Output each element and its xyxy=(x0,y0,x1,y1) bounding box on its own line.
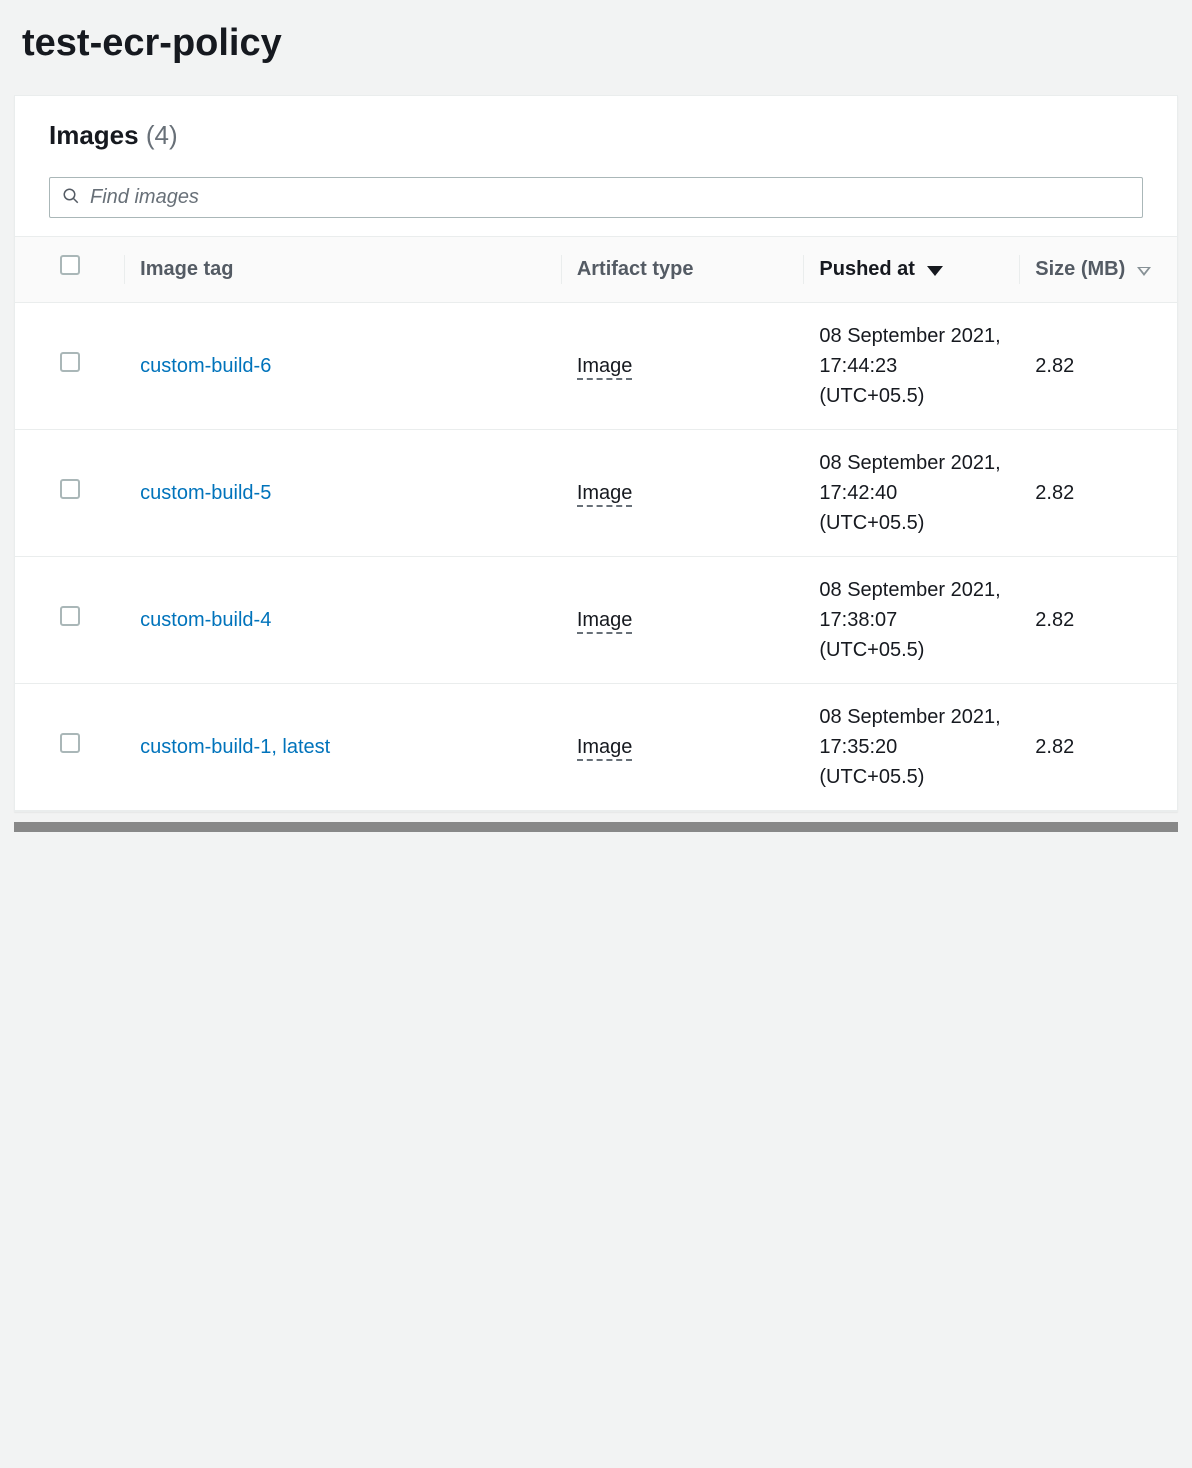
col-header-size-label: Size (MB) xyxy=(1035,258,1125,280)
col-header-size[interactable]: Size (MB) xyxy=(1019,237,1177,303)
row-check-cell xyxy=(15,556,124,683)
panel-count: (4) xyxy=(146,120,178,150)
sort-desc-icon xyxy=(927,256,943,284)
panel-title-text: Images xyxy=(49,120,139,150)
table-header: Image tag Artifact type Pushed at Size (… xyxy=(15,237,1177,303)
row-tag-cell: custom-build-5 xyxy=(124,429,561,556)
header-divider xyxy=(1019,255,1020,284)
row-pushed-cell: 08 September 2021, 17:38:07 (UTC+05.5) xyxy=(803,556,1019,683)
table-row: custom-build-4 Image 08 September 2021, … xyxy=(15,556,1177,683)
row-checkbox[interactable] xyxy=(60,352,80,372)
col-header-pushed-label: Pushed at xyxy=(819,258,915,280)
row-pushed-cell: 08 September 2021, 17:35:20 (UTC+05.5) xyxy=(803,683,1019,810)
table-body: custom-build-6 Image 08 September 2021, … xyxy=(15,302,1177,810)
images-panel: Images (4) Image tag Arti xyxy=(14,95,1178,812)
row-pushed-cell: 08 September 2021, 17:42:40 (UTC+05.5) xyxy=(803,429,1019,556)
search-wrap xyxy=(15,167,1177,236)
image-tag-link[interactable]: custom-build-5 xyxy=(140,482,271,504)
panel-header: Images (4) xyxy=(15,96,1177,167)
row-check-cell xyxy=(15,302,124,429)
image-tag-link[interactable]: custom-build-4 xyxy=(140,609,271,631)
row-size-cell: 2.82 xyxy=(1019,302,1177,429)
panel-title: Images (4) xyxy=(49,120,1143,151)
artifact-type[interactable]: Image xyxy=(577,355,633,380)
image-tag-link[interactable]: custom-build-6 xyxy=(140,355,271,377)
row-checkbox[interactable] xyxy=(60,606,80,626)
col-header-type-label: Artifact type xyxy=(577,258,694,280)
horizontal-scrollbar[interactable] xyxy=(14,822,1178,832)
row-pushed-cell: 08 September 2021, 17:44:23 (UTC+05.5) xyxy=(803,302,1019,429)
page-header: test-ecr-policy xyxy=(0,0,1192,95)
col-header-pushed[interactable]: Pushed at xyxy=(803,237,1019,303)
col-header-tag-label: Image tag xyxy=(140,258,233,280)
row-size-cell: 2.82 xyxy=(1019,556,1177,683)
table-row: custom-build-5 Image 08 September 2021, … xyxy=(15,429,1177,556)
row-type-cell: Image xyxy=(561,429,804,556)
artifact-type[interactable]: Image xyxy=(577,609,633,634)
search-icon xyxy=(62,187,80,208)
artifact-type[interactable]: Image xyxy=(577,482,633,507)
search-box[interactable] xyxy=(49,177,1143,218)
row-checkbox[interactable] xyxy=(60,479,80,499)
page-title: test-ecr-policy xyxy=(22,22,1170,65)
table-row: custom-build-1, latest Image 08 Septembe… xyxy=(15,683,1177,810)
row-tag-cell: custom-build-6 xyxy=(124,302,561,429)
header-divider xyxy=(561,255,562,284)
header-divider xyxy=(803,255,804,284)
row-tag-cell: custom-build-1, latest xyxy=(124,683,561,810)
sort-icon xyxy=(1137,256,1151,284)
row-type-cell: Image xyxy=(561,302,804,429)
col-header-type[interactable]: Artifact type xyxy=(561,237,804,303)
row-check-cell xyxy=(15,429,124,556)
row-size-cell: 2.82 xyxy=(1019,683,1177,810)
row-type-cell: Image xyxy=(561,556,804,683)
col-header-tag[interactable]: Image tag xyxy=(124,237,561,303)
images-table: Image tag Artifact type Pushed at Size (… xyxy=(15,236,1177,811)
row-check-cell xyxy=(15,683,124,810)
table-row: custom-build-6 Image 08 September 2021, … xyxy=(15,302,1177,429)
row-size-cell: 2.82 xyxy=(1019,429,1177,556)
select-all-checkbox[interactable] xyxy=(60,255,80,275)
header-divider xyxy=(124,255,125,284)
artifact-type[interactable]: Image xyxy=(577,736,633,761)
select-all-header xyxy=(15,237,124,303)
row-checkbox[interactable] xyxy=(60,733,80,753)
image-tag-link[interactable]: custom-build-1, latest xyxy=(140,736,330,758)
row-tag-cell: custom-build-4 xyxy=(124,556,561,683)
search-input[interactable] xyxy=(90,186,1130,209)
row-type-cell: Image xyxy=(561,683,804,810)
